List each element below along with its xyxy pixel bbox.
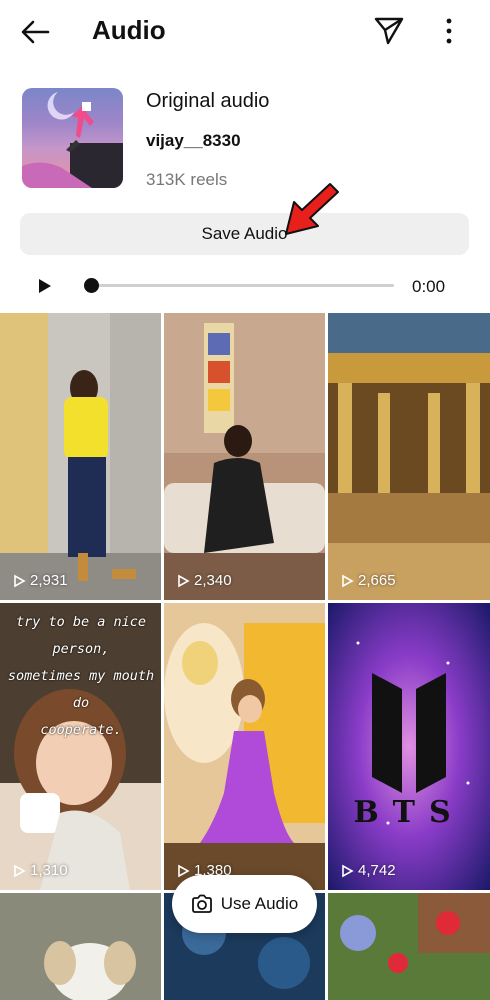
reel-tile[interactable]: [0, 893, 161, 1000]
page-title: Audio: [92, 15, 166, 45]
play-button[interactable]: [34, 276, 54, 296]
share-button[interactable]: [372, 13, 406, 47]
audio-title: Original audio: [146, 90, 270, 112]
save-audio-button[interactable]: Save Audio: [20, 213, 469, 255]
app-header: Audio: [0, 0, 490, 62]
back-button[interactable]: [18, 14, 54, 50]
play-icon: [39, 279, 51, 293]
more-vertical-icon: [446, 18, 452, 44]
paper-plane-icon: [374, 17, 404, 45]
reel-tile[interactable]: try to be a nice person, sometimes my mo…: [0, 603, 161, 890]
more-options-button[interactable]: [438, 14, 460, 48]
view-count: 1,310: [12, 862, 68, 880]
reel-tile[interactable]: 2,340: [164, 313, 325, 600]
reel-count: 313K reels: [146, 170, 228, 189]
play-outline-icon: [342, 864, 354, 878]
red-arrow-icon: [285, 183, 339, 235]
reel-tile[interactable]: [328, 893, 490, 1000]
view-count: 2,665: [340, 572, 396, 590]
use-audio-label: Use Audio: [220, 894, 299, 913]
arrow-left-icon: [21, 20, 50, 44]
audio-time: 0:00: [412, 277, 446, 296]
reel-tile[interactable]: 2,931: [0, 313, 161, 600]
play-outline-icon: [178, 864, 190, 878]
camera-icon: [191, 894, 212, 913]
audio-cover-image: [22, 88, 123, 188]
view-count: 2,340: [176, 572, 232, 590]
reel-tile[interactable]: BTS 4,742: [328, 603, 490, 890]
play-outline-icon: [342, 574, 354, 588]
bts-logo-text: BTS: [353, 795, 465, 830]
reel-caption: try to be a nice person, sometimes my mo…: [7, 614, 155, 738]
view-count: 4,742: [340, 862, 396, 880]
play-outline-icon: [14, 864, 26, 878]
reel-tile[interactable]: 2,665: [328, 313, 490, 600]
audio-progress-knob[interactable]: [84, 278, 99, 293]
play-outline-icon: [178, 574, 190, 588]
audio-author-link[interactable]: vijay__8330: [146, 129, 241, 153]
use-audio-button[interactable]: Use Audio: [172, 875, 317, 933]
play-outline-icon: [14, 574, 26, 588]
reel-tile[interactable]: 1,380: [164, 603, 325, 890]
view-count: 2,931: [12, 572, 68, 590]
audio-progress-track[interactable]: [92, 284, 394, 287]
